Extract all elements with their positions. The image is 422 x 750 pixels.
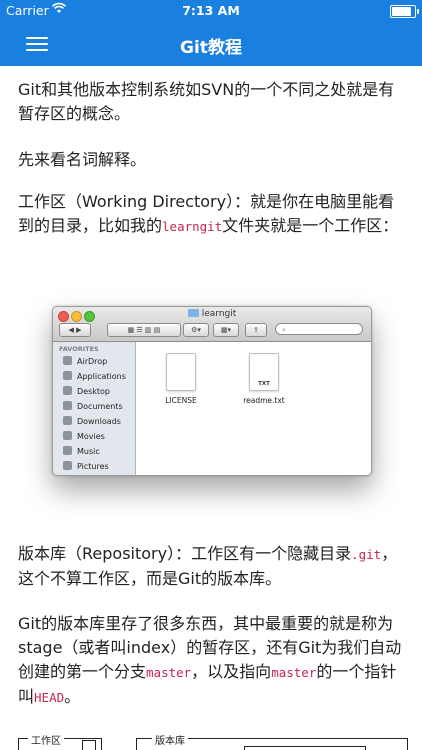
folder-icon xyxy=(187,309,199,317)
file-name: readme.txt xyxy=(243,396,285,405)
paragraph-working-directory: 工作区（Working Directory）：就是你在电脑里能看到的目录，比如我… xyxy=(18,190,406,239)
workspace-label: 工作区 xyxy=(28,732,64,747)
back-forward-icon: ◀ ▶ xyxy=(59,323,91,337)
share-icon: ⇪ xyxy=(245,323,267,337)
movies-icon xyxy=(63,431,72,440)
music-icon xyxy=(63,446,72,455)
sidebar-item-desktop: Desktop xyxy=(63,386,110,396)
nav-bar: Git教程 xyxy=(0,22,422,66)
clock: 7:13 AM xyxy=(182,3,240,18)
text-segment: 文件夹就是一个工作区： xyxy=(222,216,399,235)
finder-sidebar: FAVORITES AirDrop Applications Desktop D… xyxy=(53,342,136,475)
sidebar-item-label: Downloads xyxy=(77,417,121,426)
inline-code: master xyxy=(271,665,317,680)
file-readme: TXT readme.txt xyxy=(234,353,294,405)
sidebar-item-pictures: Pictures xyxy=(63,461,109,471)
sidebar-item-movies: Movies xyxy=(63,431,105,441)
document-icon xyxy=(166,353,196,391)
arrange-icon: ▦▾ xyxy=(213,323,239,337)
page-title: Git教程 xyxy=(180,38,242,58)
sidebar-item-label: Pictures xyxy=(77,462,109,471)
applications-icon xyxy=(63,371,72,380)
finder-title-text: learngit xyxy=(201,309,237,319)
git-stage-diagram: 工作区 版本库 xyxy=(18,732,408,750)
finder-window-image: learngit ◀ ▶ ▦ ☰ ▥ ▤ ⚙▾ ▦▾ ⇪ ⌕ FAVORITES… xyxy=(52,306,372,476)
txt-document-icon: TXT xyxy=(249,353,279,391)
finder-toolbar: learngit ◀ ▶ ▦ ☰ ▥ ▤ ⚙▾ ▦▾ ⇪ ⌕ xyxy=(53,307,371,342)
article-content[interactable]: Git和其他版本控制系统如SVN的一个不同之处就是有暂存区的概念。 先来看名词解… xyxy=(0,66,422,750)
gear-icon: ⚙▾ xyxy=(183,323,209,337)
view-mode-icon: ▦ ☰ ▥ ▤ xyxy=(107,323,181,337)
inline-code: HEAD xyxy=(34,690,65,705)
repository-label: 版本库 xyxy=(152,732,188,747)
favorites-heading: FAVORITES xyxy=(59,345,99,353)
downloads-icon xyxy=(63,416,72,425)
paragraph-terms: 先来看名词解释。 xyxy=(18,150,147,169)
sidebar-item-label: AirDrop xyxy=(77,357,108,366)
inline-code: learngit xyxy=(162,219,223,234)
file-name: LICENSE xyxy=(165,396,197,405)
sidebar-item-label: Applications xyxy=(77,372,126,381)
paragraph-intro: Git和其他版本控制系统如SVN的一个不同之处就是有暂存区的概念。 xyxy=(18,80,395,123)
sidebar-item-applications: Applications xyxy=(63,371,126,381)
paragraph-stage: Git的版本库里存了很多东西，其中最重要的就是称为stage（或者叫index）… xyxy=(18,612,406,710)
text-segment: 版本库（Repository）：工作区有一个隐藏目录 xyxy=(18,544,352,563)
paragraph-repository: 版本库（Repository）：工作区有一个隐藏目录.git，这个不算工作区，而… xyxy=(18,542,406,591)
sidebar-item-airdrop: AirDrop xyxy=(63,356,107,366)
pictures-icon xyxy=(63,461,72,470)
airdrop-icon xyxy=(63,356,72,365)
inline-code: master xyxy=(146,665,192,680)
search-icon: ⌕ xyxy=(275,323,363,335)
file-badge: TXT xyxy=(258,381,270,387)
status-bar: Carrier 7:13 AM xyxy=(0,0,422,22)
sidebar-item-music: Music xyxy=(63,446,100,456)
battery-icon xyxy=(390,5,419,18)
text-segment: ，以及指向 xyxy=(191,662,272,681)
sidebar-item-label: Desktop xyxy=(77,387,110,396)
sidebar-item-documents: Documents xyxy=(63,401,123,411)
finder-title: learngit xyxy=(53,309,371,319)
file-license: LICENSE xyxy=(151,353,211,405)
sidebar-item-label: Music xyxy=(77,447,100,456)
stage-area-box xyxy=(244,746,366,750)
sidebar-item-label: Documents xyxy=(77,402,123,411)
desktop-icon xyxy=(63,386,72,395)
workspace-file-icon xyxy=(82,740,96,750)
documents-icon xyxy=(63,401,72,410)
inline-code: .git xyxy=(351,547,382,562)
text-segment: 。 xyxy=(64,687,81,706)
sidebar-item-downloads: Downloads xyxy=(63,416,121,426)
sidebar-item-label: Movies xyxy=(77,432,105,441)
